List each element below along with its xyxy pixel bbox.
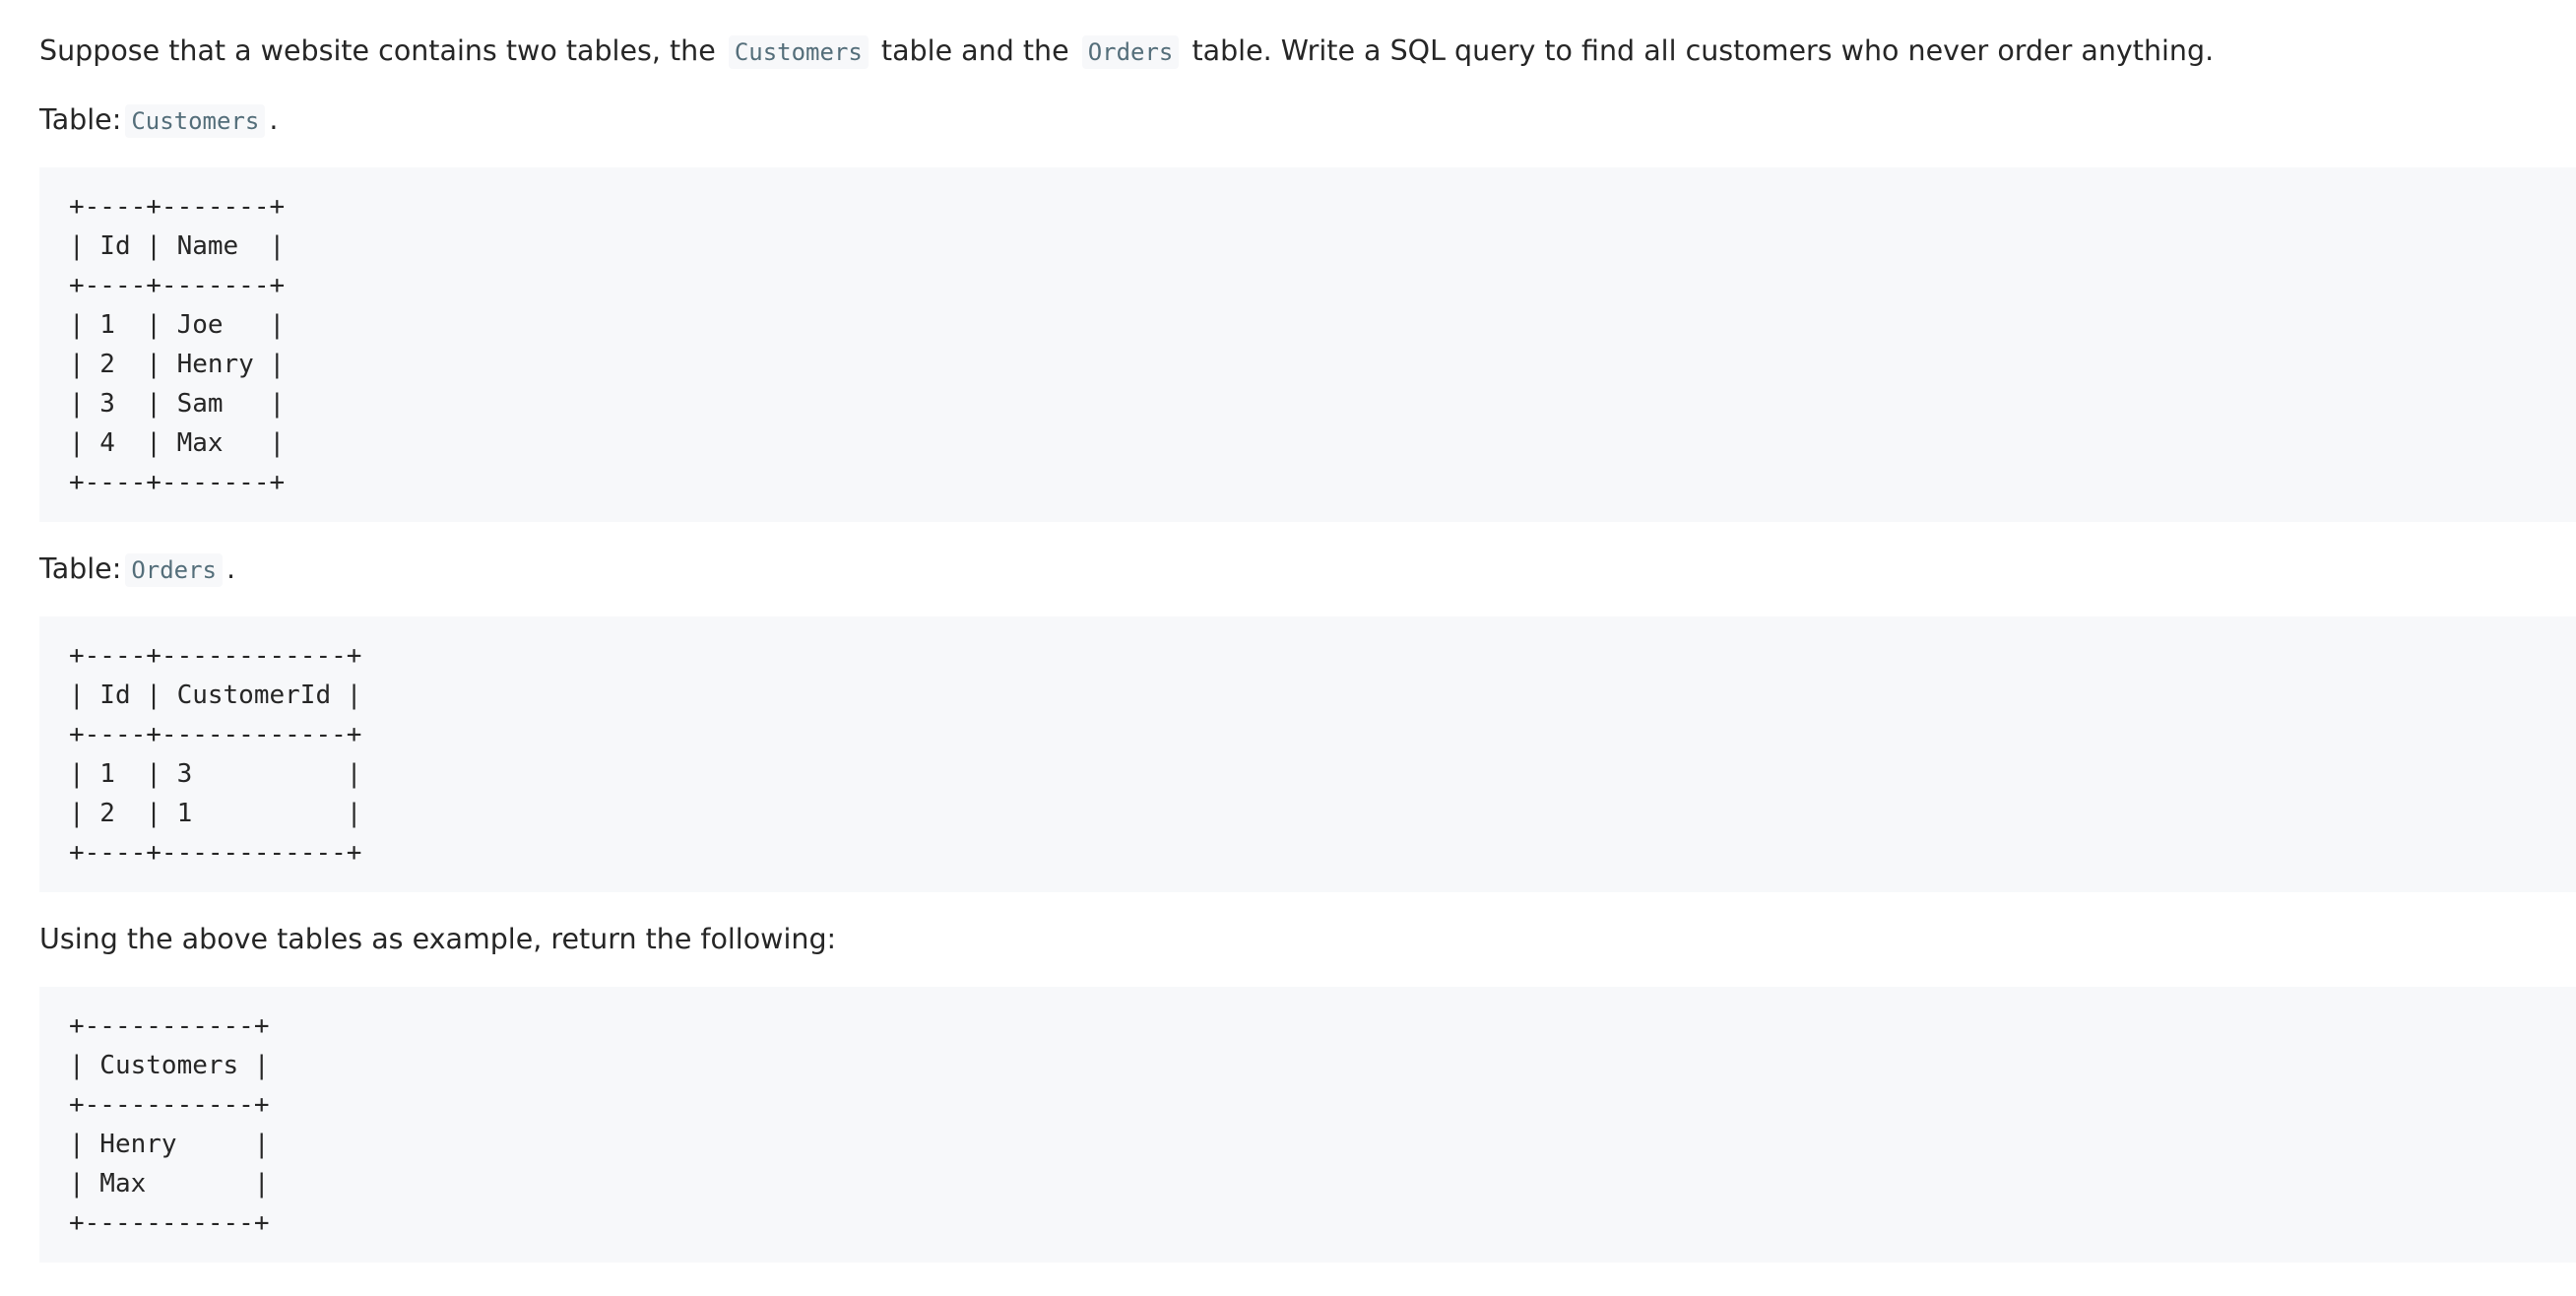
example-paragraph: Using the above tables as example, retur… bbox=[39, 923, 837, 955]
customers-label-prefix: Table: bbox=[39, 103, 122, 136]
orders-table-label: Table: Orders. bbox=[39, 550, 235, 590]
orders-label-code: Orders bbox=[125, 553, 224, 587]
intro-paragraph: Suppose that a website contains two tabl… bbox=[39, 32, 2214, 72]
orders-label-suffix: . bbox=[226, 552, 236, 585]
customers-table-line: +----+-------+ bbox=[69, 192, 286, 222]
inline-code-orders: Orders bbox=[1081, 35, 1180, 69]
customers-label-suffix: . bbox=[269, 103, 279, 136]
result-table-line: +-----------+ bbox=[69, 1011, 270, 1041]
customers-table-line: | 4 | Max | bbox=[69, 428, 286, 458]
result-table-line: | Henry | bbox=[69, 1130, 270, 1159]
result-table-line: +-----------+ bbox=[69, 1090, 270, 1120]
result-table-line: +-----------+ bbox=[69, 1208, 270, 1238]
customers-table-pre: +----+-------+ | Id | Name | +----+-------… bbox=[69, 187, 2576, 502]
orders-table-line: +----+------------+ bbox=[69, 641, 362, 671]
customers-table-line: | Id | Name | bbox=[69, 231, 286, 261]
intro-text-3: table. Write a SQL query to find all cus… bbox=[1191, 34, 2215, 67]
orders-table-line: +----+------------+ bbox=[69, 720, 362, 749]
orders-table-block: +----+------------+ | Id | CustomerId | +-… bbox=[39, 616, 2576, 892]
customers-table-line: +----+-------+ bbox=[69, 271, 286, 300]
result-table-block: +-----------+ | Customers | +-----------+ |… bbox=[39, 987, 2576, 1263]
customers-label-code: Customers bbox=[125, 104, 266, 138]
result-table-line: | Max | bbox=[69, 1169, 270, 1199]
customers-table-line: | 3 | Sam | bbox=[69, 389, 286, 419]
customers-table-line: | 1 | Joe | bbox=[69, 310, 286, 340]
intro-text-2: table and the bbox=[880, 34, 1069, 67]
result-table-pre: +-----------+ | Customers | +-----------+ |… bbox=[69, 1006, 2576, 1243]
intro-text-1: Suppose that a website contains two tabl… bbox=[39, 34, 716, 67]
orders-table-line: | 2 | 1 | bbox=[69, 799, 362, 828]
customers-table-block: +----+-------+ | Id | Name | +----+-------… bbox=[39, 167, 2576, 522]
orders-table-pre: +----+------------+ | Id | CustomerId | +-… bbox=[69, 636, 2576, 873]
customers-table-line: +----+-------+ bbox=[69, 468, 286, 497]
customers-table-label: Table: Customers. bbox=[39, 100, 278, 141]
orders-label-prefix: Table: bbox=[39, 552, 122, 585]
result-table-line: | Customers | bbox=[69, 1051, 270, 1080]
orders-table-line: +----+------------+ bbox=[69, 838, 362, 868]
orders-table-line: | Id | CustomerId | bbox=[69, 680, 362, 710]
orders-table-line: | 1 | 3 | bbox=[69, 759, 362, 789]
customers-table-line: | 2 | Henry | bbox=[69, 350, 286, 379]
inline-code-customers: Customers bbox=[728, 35, 869, 69]
